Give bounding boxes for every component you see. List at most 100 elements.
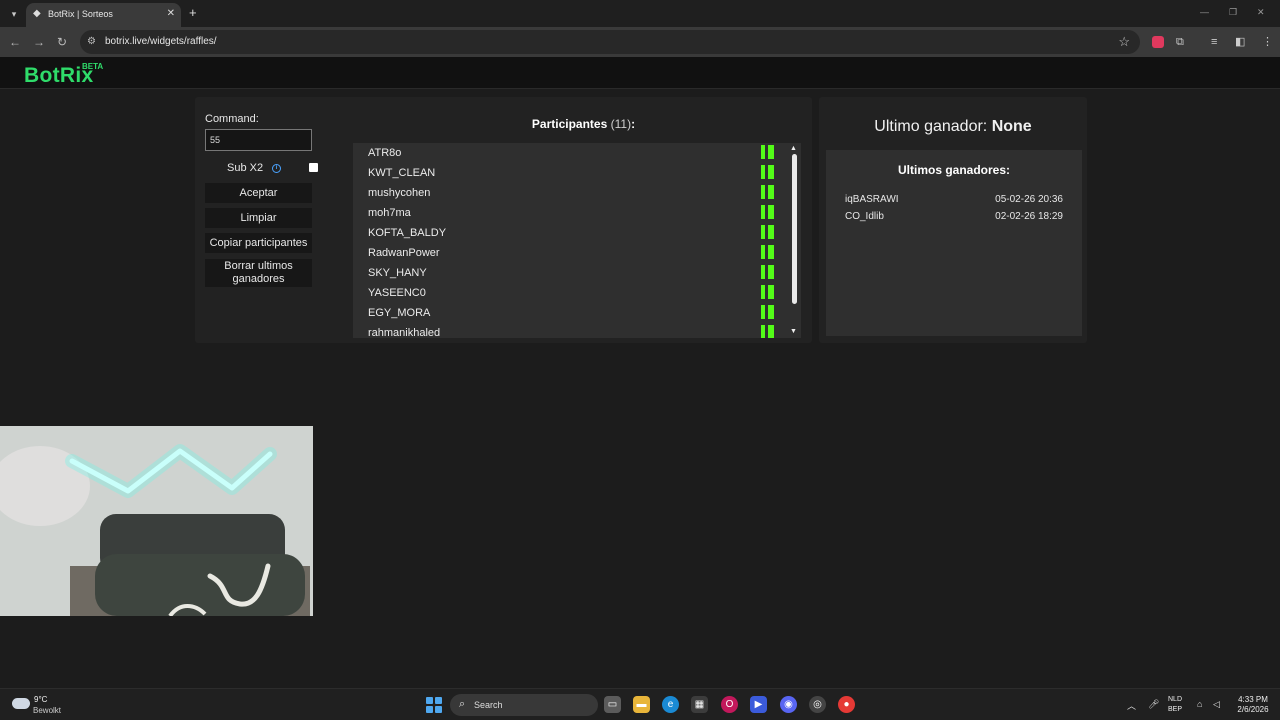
beta-badge: BETA bbox=[82, 62, 104, 71]
list-item: SKY_HANY bbox=[353, 263, 783, 283]
delete-last-winners-button[interactable]: Borrar ultimos ganadores bbox=[205, 259, 312, 287]
taskbar-clock[interactable]: 4:33 PM 2/6/2026 bbox=[1232, 695, 1274, 715]
tray-chevron-up-icon[interactable]: ︿ bbox=[1127, 699, 1136, 712]
bookmark-star-icon[interactable]: ☆ bbox=[1118, 34, 1130, 50]
task-view-icon[interactable]: ▭ bbox=[604, 696, 621, 713]
scroll-up-arrow-icon[interactable]: ▲ bbox=[790, 145, 797, 152]
list-scrollbar[interactable]: ▲ ▼ bbox=[789, 143, 799, 338]
kick-icon bbox=[761, 185, 774, 199]
keyboard-layout: BEP bbox=[1168, 706, 1183, 713]
windows-taskbar: 9°C Bewolkt ⌕ Search ▭ ▬ e ▦ O ▶ ◉ ◎ ● ︿… bbox=[0, 688, 1280, 720]
edge-icon[interactable]: e bbox=[662, 696, 679, 713]
winner-row: CO_Idlib 02-02-26 18:29 bbox=[845, 211, 1063, 225]
reload-icon[interactable]: ↻ bbox=[57, 35, 67, 49]
volume-icon[interactable]: ◁ bbox=[1213, 699, 1220, 710]
address-bar[interactable]: ⚙ botrix.live/widgets/raffles/ ☆ bbox=[80, 30, 1140, 54]
new-tab-plus-icon[interactable]: + bbox=[189, 6, 197, 20]
chrome-icon[interactable]: ● bbox=[838, 696, 855, 713]
command-input[interactable] bbox=[205, 129, 312, 151]
kick-icon bbox=[761, 325, 774, 338]
microphone-icon[interactable]: 🎤︎ bbox=[1148, 699, 1159, 710]
tab-title: BotRix | Sorteos bbox=[48, 9, 113, 19]
discord-icon[interactable]: ◉ bbox=[780, 696, 797, 713]
participants-list[interactable]: ATR8o KWT_CLEAN mushycohen moh7ma KOFTA_… bbox=[353, 143, 801, 338]
sub-x2-checkbox[interactable] bbox=[309, 163, 318, 172]
command-label: Command: bbox=[205, 113, 259, 125]
cloud-icon[interactable] bbox=[12, 698, 30, 709]
participant-name: EGY_MORA bbox=[368, 307, 431, 319]
list-item: YASEENC0 bbox=[353, 283, 783, 303]
extension-red-icon[interactable] bbox=[1152, 36, 1164, 48]
kick-icon bbox=[761, 245, 774, 259]
site-info-icon[interactable]: ⚙ bbox=[87, 36, 96, 47]
network-icon[interactable]: ⌂ bbox=[1197, 699, 1202, 709]
taskbar-search[interactable]: ⌕ Search bbox=[450, 694, 598, 716]
tab-search-chevron-icon[interactable]: ▾ bbox=[6, 6, 22, 22]
participant-name: RadwanPower bbox=[368, 247, 440, 259]
tab-close-icon[interactable]: ✕ bbox=[167, 8, 175, 19]
list-item: KWT_CLEAN bbox=[353, 163, 783, 183]
windows-start-icon[interactable] bbox=[426, 697, 442, 713]
list-item: rahmanikhaled bbox=[353, 323, 783, 338]
kick-icon bbox=[761, 305, 774, 319]
info-icon[interactable]: i bbox=[272, 164, 281, 173]
kick-icon bbox=[761, 225, 774, 239]
browser-toolbar: ← → ↻ ⚙ botrix.live/widgets/raffles/ ☆ ⧉… bbox=[0, 27, 1280, 57]
kick-icon bbox=[761, 285, 774, 299]
participant-name: KOFTA_BALDY bbox=[368, 227, 447, 239]
temperature: 9°C bbox=[34, 695, 48, 704]
recent-winners-box: Ultimos ganadores: iqBASRAWI 05-02-26 20… bbox=[826, 150, 1082, 336]
winner-row: iqBASRAWI 05-02-26 20:36 bbox=[845, 194, 1063, 208]
participant-name: rahmanikhaled bbox=[368, 327, 441, 338]
obs-icon[interactable]: ◎ bbox=[809, 696, 826, 713]
url-text: botrix.live/widgets/raffles/ bbox=[105, 36, 217, 47]
browser-tab-bar: ▾ ◆ BotRix | Sorteos ✕ + — ❐ ✕ bbox=[0, 0, 1280, 27]
scroll-thumb[interactable] bbox=[792, 154, 797, 304]
webcam-image bbox=[0, 426, 313, 616]
store-icon[interactable]: ▦ bbox=[691, 696, 708, 713]
botrix-favicon-icon: ◆ bbox=[33, 8, 41, 19]
clear-button[interactable]: Limpiar bbox=[205, 208, 312, 228]
language-code: NLD bbox=[1168, 696, 1183, 703]
opera-icon[interactable]: O bbox=[721, 696, 738, 713]
participant-name: moh7ma bbox=[368, 207, 411, 219]
input-language[interactable]: NLD BEP bbox=[1168, 695, 1182, 715]
menu-kebab-icon[interactable]: ⋮ bbox=[1262, 35, 1273, 49]
participant-name: mushycohen bbox=[368, 187, 431, 199]
list-item: ATR8o bbox=[353, 143, 783, 163]
participants-label: Participantes bbox=[531, 117, 608, 131]
weather-condition: Bewolkt bbox=[33, 706, 62, 715]
accept-button[interactable]: Aceptar bbox=[205, 183, 312, 203]
minimize-icon[interactable]: — bbox=[1200, 7, 1209, 17]
browser-tab[interactable]: ◆ BotRix | Sorteos ✕ bbox=[26, 3, 181, 27]
app-play-icon[interactable]: ▶ bbox=[750, 696, 767, 713]
participant-name: SKY_HANY bbox=[368, 267, 427, 279]
participants-count: (11) bbox=[610, 117, 632, 131]
kick-icon bbox=[761, 165, 774, 179]
scroll-down-arrow-icon[interactable]: ▼ bbox=[790, 328, 797, 335]
close-window-icon[interactable]: ✕ bbox=[1257, 7, 1265, 18]
recent-winners-title: Ultimos ganadores: bbox=[897, 163, 1011, 177]
winner-name: CO_Idlib bbox=[845, 211, 884, 222]
winners-panel: Ultimo ganador: None Ultimos ganadores: … bbox=[819, 97, 1087, 343]
extensions-puzzle-icon[interactable]: ⧉ bbox=[1176, 35, 1184, 49]
participants-colon: : bbox=[631, 117, 636, 131]
clock-time: 4:33 PM bbox=[1238, 695, 1268, 704]
participant-name: KWT_CLEAN bbox=[368, 167, 436, 179]
participant-name: YASEENC0 bbox=[368, 287, 426, 299]
search-icon: ⌕ bbox=[459, 698, 466, 710]
back-arrow-icon[interactable]: ← bbox=[9, 35, 21, 49]
maximize-icon[interactable]: ❐ bbox=[1229, 7, 1237, 18]
file-explorer-icon[interactable]: ▬ bbox=[633, 696, 650, 713]
participants-title: Participantes (11): bbox=[355, 117, 812, 131]
participant-name: ATR8o bbox=[368, 147, 402, 159]
search-label: Search bbox=[474, 700, 503, 710]
kick-icon bbox=[761, 265, 774, 279]
copy-participants-button[interactable]: Copiar participantes bbox=[205, 233, 312, 253]
last-winner-label: Ultimo ganador: bbox=[874, 118, 988, 135]
profile-icon[interactable]: ◧ bbox=[1235, 35, 1245, 49]
reading-list-icon[interactable]: ≡ bbox=[1211, 35, 1217, 49]
kick-icon bbox=[761, 145, 774, 159]
list-item: EGY_MORA bbox=[353, 303, 783, 323]
forward-arrow-icon[interactable]: → bbox=[33, 35, 45, 49]
